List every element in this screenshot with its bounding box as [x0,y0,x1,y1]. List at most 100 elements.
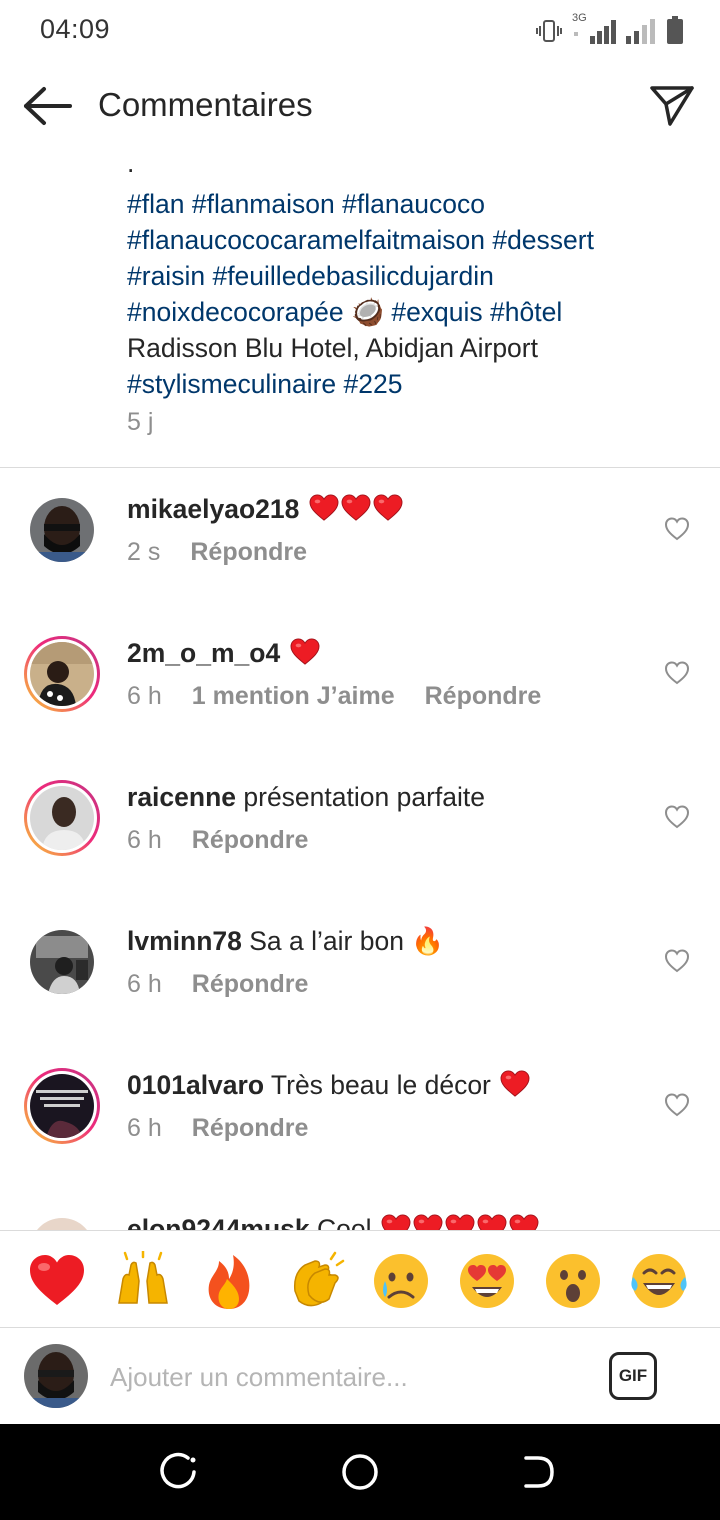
story-ring-avatar[interactable] [24,1068,100,1144]
home-button[interactable] [340,1452,380,1492]
clapping-hands-icon [293,1251,345,1307]
comment-username[interactable]: raicenne [127,782,236,812]
reply-button[interactable]: Répondre [192,970,309,998]
red-heart-emoji [309,494,339,521]
comment-body: 2m_o_m_o4 [127,638,320,669]
caption-text: Radisson Blu Hotel, Abidjan Airport [127,333,538,363]
comment-meta: 2 s Répondre [127,538,337,567]
hashtag-link[interactable]: #stylismeculinaire [127,369,336,399]
raising-hands-icon [118,1249,168,1304]
fire-icon [208,1255,250,1309]
hashtag-link[interactable]: #225 [344,369,403,399]
comment-username[interactable]: 0101alvaro [127,1070,264,1100]
comment-username[interactable]: lvminn78 [127,926,242,956]
heart-outline-icon [664,517,690,541]
status-time: 04:09 [40,14,111,44]
red-heart-emoji [373,494,403,521]
clapping-hands-emoji-button[interactable] [285,1251,345,1311]
reply-button[interactable]: Répondre [192,826,309,854]
caption-line: #raisin #feuilledebasilicdujardin [127,258,697,294]
hashtag-link[interactable]: #dessert [492,225,594,255]
crying-face-emoji-button[interactable] [371,1251,431,1311]
likes-count-link[interactable]: 1 mention J’aime [192,682,395,710]
hashtag-link[interactable]: #flanaucococaramelfaitmaison [127,225,485,255]
comment-row: mikaelyao218 2 s Répondre [0,468,720,612]
recent-apps-icon [160,1452,196,1489]
fire-emoji-button[interactable] [199,1251,259,1311]
caption-line: #stylismeculinaire #225 [127,366,697,402]
red-heart-emoji-button[interactable] [27,1251,87,1311]
caption-line: #flan #flanmaison #flanaucoco [127,186,697,222]
caption-line: #noixdecocorapée 🥥 #exquis #hôtel [127,294,697,330]
avatar-image [30,498,94,562]
heart-outline-icon [664,805,690,829]
hashtag-link[interactable]: #exquis [391,297,482,327]
back-button[interactable] [22,84,74,128]
share-button[interactable] [648,82,696,130]
raising-hands-emoji-button[interactable] [113,1249,173,1311]
story-ring-avatar[interactable] [24,780,100,856]
comment-composer: GIF [0,1329,720,1424]
caption-dot: . [127,150,697,186]
caption-line: Radisson Blu Hotel, Abidjan Airport [127,330,697,366]
comment-list[interactable]: mikaelyao218 2 s Répondre 2m_o_m_o4 6 h 1 m… [0,468,720,1230]
comment-time: 6 h [127,1114,162,1142]
header: Commentaires [0,66,720,146]
avatar[interactable] [24,1212,100,1230]
heart-outline-icon [664,949,690,973]
astonished-face-emoji-button[interactable] [543,1251,603,1311]
recent-apps-button[interactable] [160,1452,200,1492]
caption-text: 🥥 [343,297,392,327]
comment-time: 6 h [127,826,162,854]
comment-row: raicenne présentation parfaite 6 h Répondr… [0,756,720,900]
comment-row: elon9244musk Cool [0,1188,720,1230]
comment-username[interactable]: 2m_o_m_o4 [127,638,280,668]
red-heart-emoji [341,494,371,521]
gif-button[interactable]: GIF [609,1352,657,1400]
like-comment-button[interactable] [664,804,690,830]
tears-of-joy-icon [631,1254,687,1308]
hashtag-link[interactable]: #raisin [127,261,205,291]
red-heart-emoji [500,1070,530,1097]
signal-bars-icon [626,19,655,44]
comment-time: 6 h [127,682,162,710]
like-comment-button[interactable] [664,660,690,686]
hashtag-link[interactable]: #flanmaison [192,189,335,219]
red-heart-emoji [290,638,320,665]
status-bar: 04:09 3G [0,0,720,60]
heart-outline-icon [664,1093,690,1117]
hashtag-link[interactable]: #flanaucoco [342,189,485,219]
comment-username[interactable]: mikaelyao218 [127,494,299,524]
comment-meta: 6 h 1 mention J’aime Répondre [127,682,571,711]
avatar [24,1344,88,1408]
comment-input[interactable] [110,1359,580,1395]
comment-username[interactable]: elon9244musk [127,1214,310,1230]
comment-body: elon9244musk Cool [127,1214,539,1230]
back-nav-icon [524,1456,554,1488]
avatar[interactable] [24,492,100,568]
arrow-left-icon [24,87,72,125]
reply-button[interactable]: Répondre [192,1114,309,1142]
tears-of-joy-emoji-button[interactable] [629,1251,689,1311]
comment-text: Sa a l’air bon 🔥 [241,926,445,956]
red-heart-emoji [413,1214,443,1230]
red-heart-emoji [477,1214,507,1230]
comment-row: 0101alvaro Très beau le décor 6 h Répondr… [0,1044,720,1188]
hashtag-link[interactable]: #feuilledebasilicdujardin [212,261,493,291]
avatar[interactable] [24,924,100,1000]
story-ring-avatar[interactable] [24,636,100,712]
reply-button[interactable]: Répondre [190,538,307,566]
hashtag-link[interactable]: #flan [127,189,184,219]
like-comment-button[interactable] [664,516,690,542]
red-heart-icon [30,1255,84,1305]
hashtag-link[interactable]: #noixdecocorapée [127,297,344,327]
heart-eyes-emoji-button[interactable] [457,1251,517,1311]
comment-body: mikaelyao218 [127,494,403,525]
hashtag-link[interactable]: #hôtel [490,297,562,327]
comment-row: 2m_o_m_o4 6 h 1 mention J’aime Répondre [0,612,720,756]
back-nav-button[interactable] [518,1452,558,1492]
reply-button[interactable]: Répondre [425,682,542,710]
like-comment-button[interactable] [664,1092,690,1118]
post-caption: . #flan #flanmaison #flanaucoco #flanaucoc… [127,150,697,402]
like-comment-button[interactable] [664,948,690,974]
